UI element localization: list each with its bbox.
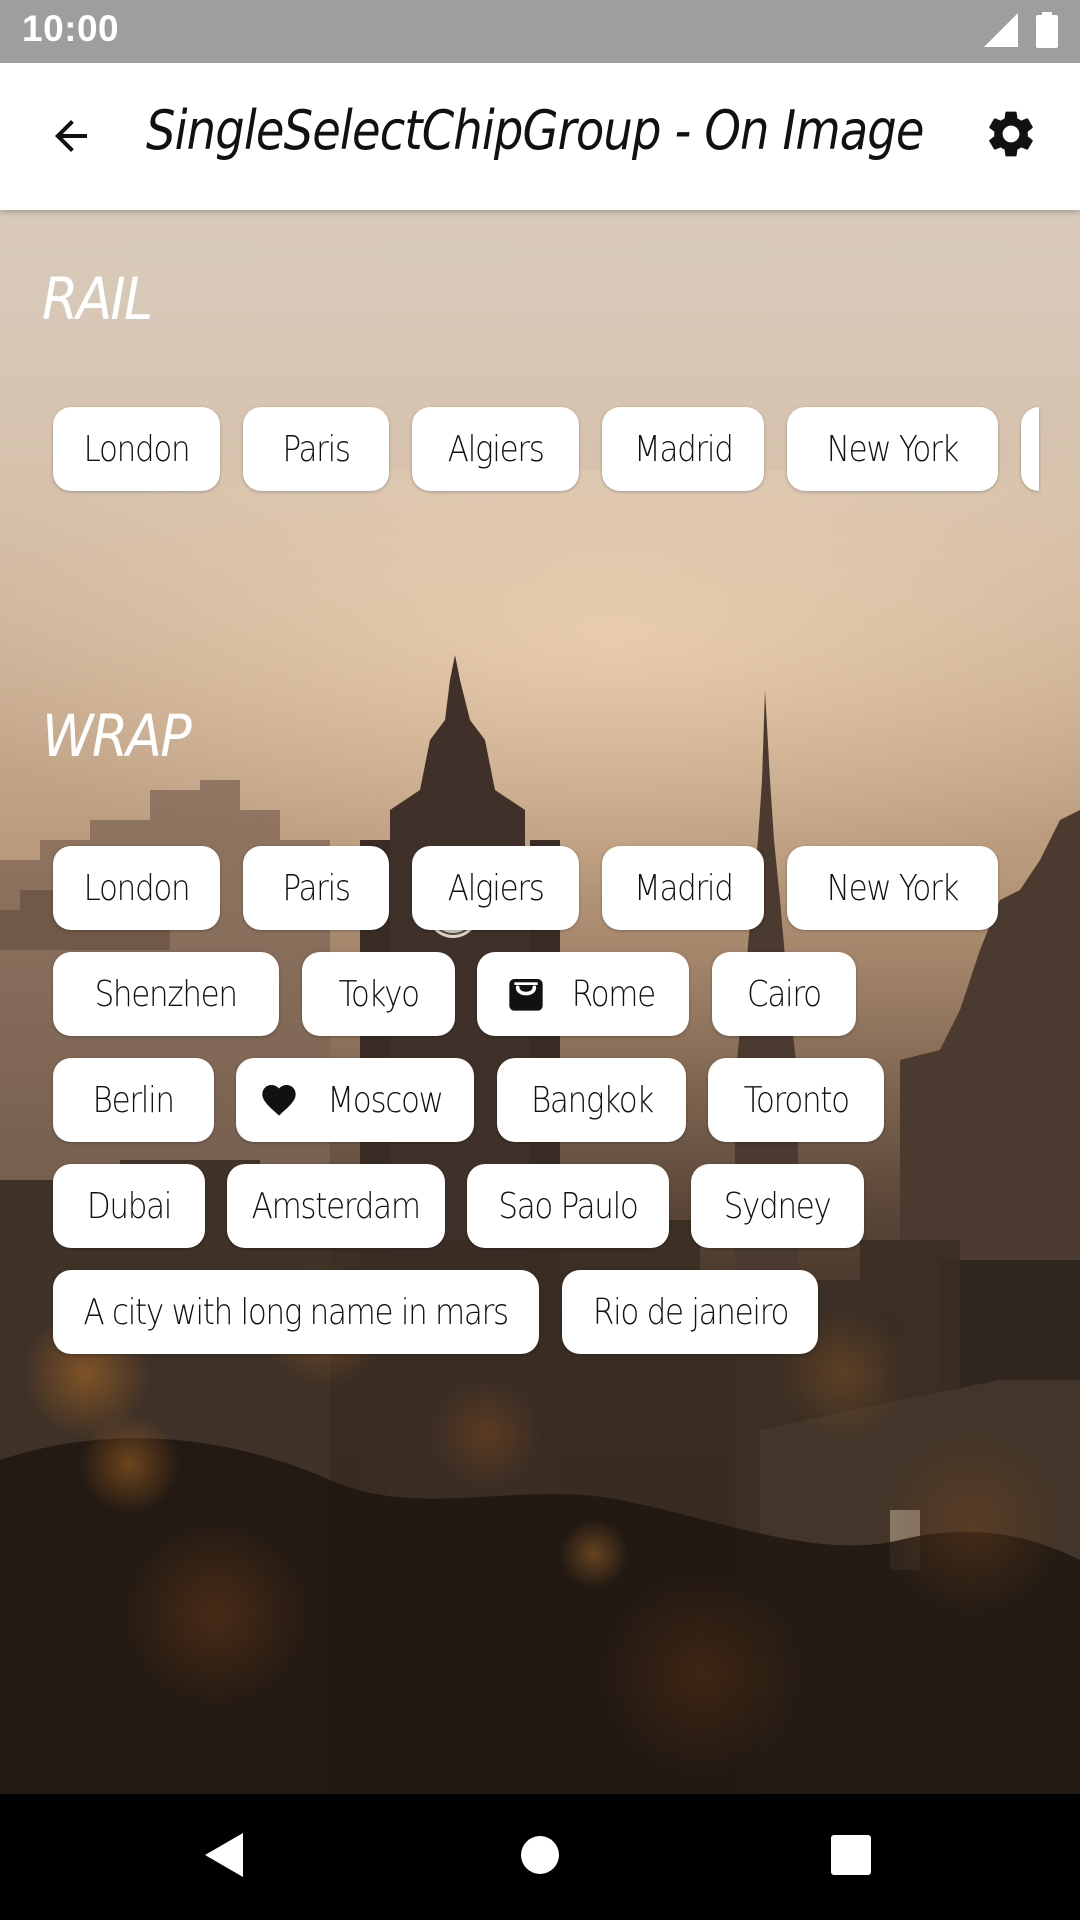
- battery-icon: [1036, 12, 1058, 52]
- rail-chip[interactable]: Algiers: [412, 407, 579, 491]
- chip-label: Rio de janeiro: [592, 1291, 789, 1333]
- app-bar: SingleSelectChipGroup - On Image: [0, 63, 1080, 210]
- chip-label: Toronto: [743, 1079, 850, 1121]
- wrap-chip[interactable]: A city with long name in mars: [53, 1270, 539, 1354]
- heart-icon: [258, 1079, 300, 1121]
- wrap-chip[interactable]: Paris: [243, 846, 389, 930]
- chip-label: Shenzhen: [94, 973, 238, 1015]
- nav-recents-button[interactable]: [818, 1824, 884, 1890]
- navigation-bar: [0, 1794, 1080, 1920]
- wrap-chip[interactable]: Cairo: [712, 952, 856, 1036]
- wrap-chip[interactable]: Sydney: [691, 1164, 864, 1248]
- wrap-chip[interactable]: Dubai: [53, 1164, 205, 1248]
- wrap-chip[interactable]: Rio de janeiro: [562, 1270, 818, 1354]
- chip-label: Algiers: [447, 428, 545, 470]
- wrap-chip[interactable]: Amsterdam: [227, 1164, 445, 1248]
- chip-label: Bangkok: [530, 1079, 653, 1121]
- nav-home-button[interactable]: [507, 1824, 573, 1890]
- chip-label: New York: [826, 428, 960, 470]
- rail-chip[interactable]: New York: [787, 407, 998, 491]
- chip-label: Moscow: [327, 1079, 444, 1121]
- status-time: 10:00: [22, 8, 120, 49]
- chip-label: Algiers: [447, 867, 545, 909]
- chip-label: Sydney: [724, 1185, 832, 1227]
- chip-label: Sao Paulo: [498, 1185, 639, 1227]
- rail-section-label: RAIL: [42, 265, 153, 333]
- nav-back-button[interactable]: [191, 1824, 257, 1890]
- chip-label: Cairo: [747, 973, 822, 1015]
- chip-label: London: [83, 867, 191, 909]
- cellular-signal-icon: [984, 13, 1018, 51]
- wrap-chip[interactable]: Sao Paulo: [467, 1164, 669, 1248]
- wrap-section-label: WRAP: [42, 702, 192, 770]
- wrap-chip[interactable]: Tokyo: [302, 952, 455, 1036]
- rail-chip[interactable]: Madrid: [602, 407, 764, 491]
- chip-label: Rome: [571, 973, 655, 1015]
- square-recents-icon: [830, 1834, 872, 1880]
- chip-label: Dubai: [86, 1185, 173, 1227]
- gear-icon: [983, 106, 1039, 166]
- chip-label: Tokyo: [338, 973, 420, 1015]
- background-image-content: RAIL WRAP London Paris Algiers Madrid Ne…: [0, 210, 1080, 1794]
- chip-label: New York: [826, 867, 960, 909]
- page-title: SingleSelectChipGroup - On Image: [146, 99, 925, 162]
- rail-chip[interactable]: London: [53, 407, 220, 491]
- wrap-chip[interactable]: Moscow: [236, 1058, 474, 1142]
- wrap-chip[interactable]: Madrid: [602, 846, 764, 930]
- wrap-chip[interactable]: Shenzhen: [53, 952, 279, 1036]
- back-button[interactable]: [40, 107, 102, 169]
- chip-label: Amsterdam: [251, 1185, 421, 1227]
- chip-label: Berlin: [92, 1079, 175, 1121]
- chip-label: Paris: [282, 428, 351, 470]
- chip-label: Madrid: [633, 428, 734, 470]
- chip-label: Paris: [282, 867, 351, 909]
- triangle-back-icon: [201, 1831, 247, 1883]
- chip-label: London: [83, 428, 191, 470]
- wrap-chip[interactable]: Bangkok: [497, 1058, 686, 1142]
- wrap-chip[interactable]: New York: [787, 846, 998, 930]
- circle-home-icon: [519, 1834, 561, 1880]
- rail-chip-partial[interactable]: [1021, 407, 1039, 491]
- wrap-chip[interactable]: Algiers: [412, 846, 579, 930]
- arrow-back-icon: [47, 112, 95, 164]
- chip-label: A city with long name in mars: [83, 1291, 510, 1333]
- wrap-chip[interactable]: London: [53, 846, 220, 930]
- wrap-chip[interactable]: Berlin: [53, 1058, 214, 1142]
- status-icons: [984, 12, 1058, 52]
- settings-button[interactable]: [980, 105, 1042, 167]
- wrap-chip[interactable]: Rome: [477, 952, 689, 1036]
- rail-chip[interactable]: Paris: [243, 407, 389, 491]
- wrap-chip[interactable]: Toronto: [708, 1058, 884, 1142]
- shopping-bag-icon: [505, 973, 547, 1015]
- chip-label: Madrid: [633, 867, 734, 909]
- status-bar: 10:00: [0, 0, 1080, 63]
